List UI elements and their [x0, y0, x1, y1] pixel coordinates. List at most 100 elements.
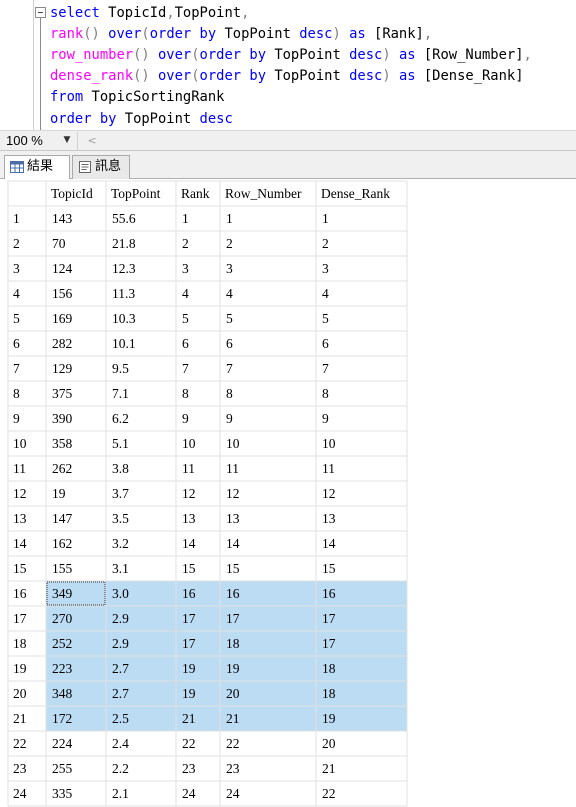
grid-cell: 14 [322, 536, 336, 551]
grid-cell: 24 [182, 786, 196, 801]
code-token: () [83, 26, 109, 42]
grid-cell: 1 [182, 211, 189, 226]
column-header: Rank [181, 186, 210, 201]
collapse-region-icon[interactable] [35, 7, 46, 18]
row-number: 9 [13, 411, 20, 426]
grid-cell: 2.4 [112, 736, 129, 751]
code-line: row_number() over(order by TopPoint desc… [50, 46, 532, 64]
code-token: [Row_Number] [423, 47, 524, 63]
row-number: 3 [13, 261, 20, 276]
grid-cell: 17 [226, 611, 240, 626]
tab-results[interactable]: 結果 [4, 155, 70, 180]
editor-gutter-divider [33, 0, 34, 130]
row-number: 6 [13, 336, 20, 351]
scroll-left-icon[interactable]: < [84, 132, 100, 150]
tab-messages[interactable]: 訊息 [72, 155, 130, 179]
grid-cell: 143 [52, 211, 73, 226]
grid-cell: 6 [182, 336, 189, 351]
grid-cell: 3.2 [112, 536, 129, 551]
grid-cell: 282 [52, 336, 72, 351]
grid-cell: 224 [52, 736, 73, 751]
grid-cell: 7.1 [112, 386, 129, 401]
grid-cell: 16 [322, 586, 336, 601]
grid-cell: 3 [226, 261, 233, 276]
grid-cell: 12 [322, 486, 336, 501]
grid-cell: 12 [226, 486, 240, 501]
code-token: , [523, 47, 532, 63]
column-header: TopPoint [111, 186, 161, 201]
code-token: over [108, 26, 142, 42]
code-token: row_number [50, 47, 134, 63]
grid-cell: 5 [322, 311, 329, 326]
grid-cell: 3.5 [112, 511, 129, 526]
grid-cell: 2.9 [112, 636, 129, 651]
grid-cell: 155 [52, 561, 73, 576]
row-number: 24 [13, 786, 27, 801]
grid-cell: 7 [182, 361, 189, 376]
code-token: desc [199, 111, 233, 127]
grid-cell: 10.1 [112, 336, 136, 351]
grid-cell: 22 [226, 736, 240, 751]
grid-cell: 124 [52, 261, 73, 276]
code-token: order by [199, 47, 275, 63]
code-token: ( [191, 68, 200, 84]
grid-cell: 17 [182, 611, 196, 626]
grid-cell: 5 [226, 311, 233, 326]
grid-cell: 8 [322, 386, 329, 401]
grid-cell: 7 [322, 361, 329, 376]
grid-cell: 9.5 [112, 361, 129, 376]
grid-cell: 17 [322, 636, 336, 651]
row-number: 17 [13, 611, 27, 626]
grid-cell: 10.3 [112, 311, 136, 326]
grid-cell: 16 [182, 586, 196, 601]
zoom-bar: 100 % ▼ < [0, 130, 576, 151]
grid-cell: 19 [322, 711, 336, 726]
grid-cell: 20 [226, 686, 240, 701]
grid-cell: 13 [182, 511, 196, 526]
row-number: 20 [13, 686, 27, 701]
grid-cell: 335 [52, 786, 73, 801]
grid-cell: 9 [182, 411, 189, 426]
code-token: as [398, 47, 424, 63]
code-token: desc [349, 47, 383, 63]
row-number: 16 [13, 586, 27, 601]
grid-cell: 17 [322, 611, 336, 626]
grid-cell: 2 [322, 236, 329, 251]
grid-cell: 375 [52, 386, 73, 401]
grid-cell: 13 [226, 511, 240, 526]
query-editor[interactable]: select TopicId,TopPoint, rank() over(orde… [0, 0, 576, 130]
grid-cell: 5.1 [112, 436, 129, 451]
row-number: 11 [13, 461, 26, 476]
results-grid[interactable]: TopicId TopPoint Rank Row_Number Dense_Rank 1… [0, 179, 576, 807]
grid-cell: 21 [226, 711, 240, 726]
grid-cell: 9 [226, 411, 233, 426]
grid-cell: 21 [182, 711, 196, 726]
grid-cell: 15 [226, 561, 240, 576]
grid-cell: 70 [52, 236, 66, 251]
row-number: 14 [13, 536, 27, 551]
grid-cell: 2.1 [112, 786, 129, 801]
grid-cell: 6 [226, 336, 233, 351]
row-number: 8 [13, 386, 20, 401]
grid-cell: 4 [322, 286, 329, 301]
code-line: order by TopPoint desc [50, 110, 233, 128]
code-token: ) [332, 26, 350, 42]
grid-cell: 24 [226, 786, 240, 801]
code-line: from TopicSortingRank [50, 88, 224, 106]
grid-icon [10, 161, 24, 173]
row-number: 18 [13, 636, 27, 651]
row-number: 2 [13, 236, 20, 251]
chevron-down-icon[interactable]: ▼ [60, 132, 74, 148]
grid-cell: 19 [52, 486, 66, 501]
code-token: over [158, 68, 192, 84]
code-line: rank() over(order by TopPoint desc) as [… [50, 25, 432, 43]
grid-cell: 349 [52, 586, 73, 601]
message-icon [79, 161, 91, 173]
grid-cell: 2.7 [112, 661, 129, 676]
column-header: TopicId [51, 186, 93, 201]
grid-cell: 8 [182, 386, 189, 401]
tab-results-label: 結果 [27, 159, 54, 174]
tab-messages-label: 訊息 [95, 159, 122, 174]
code-line: select TopicId,TopPoint, [50, 4, 249, 22]
code-token: TopPoint [174, 5, 242, 21]
